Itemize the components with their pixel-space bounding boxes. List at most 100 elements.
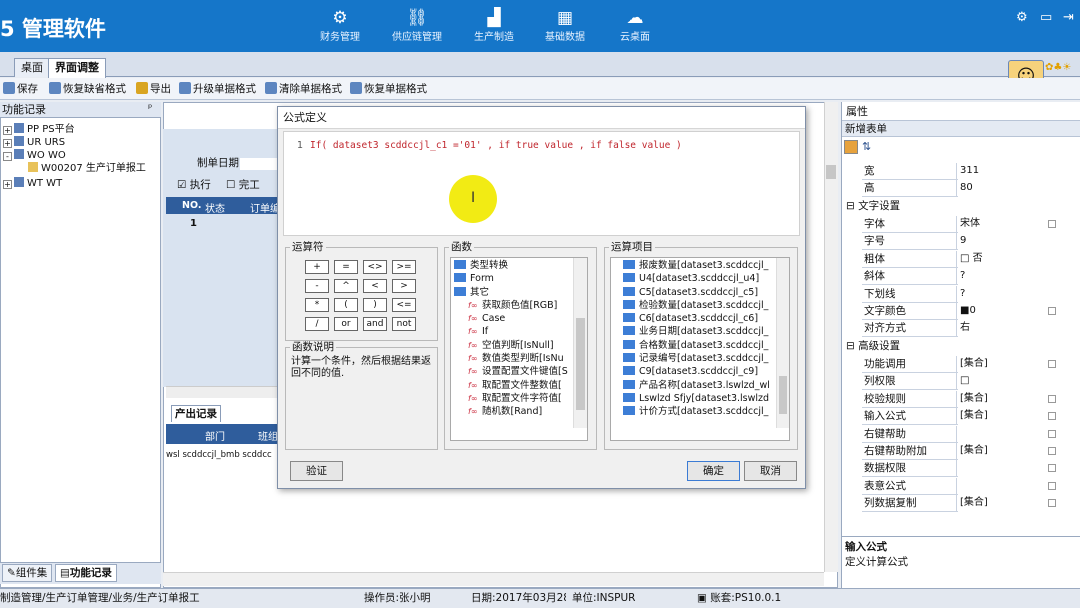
v-scroll-thumb[interactable] [826, 165, 836, 179]
item-entry[interactable]: 产品名称[dataset3.lswlzd_wl [623, 379, 789, 392]
item-entry[interactable]: 计价方式[dataset3.scddccjl_ [623, 405, 789, 418]
ellipsis-icon[interactable] [1048, 307, 1056, 315]
ellipsis-icon[interactable] [1048, 220, 1056, 228]
prop-row[interactable]: 对齐方式右 [862, 320, 1058, 338]
clear-format-button[interactable]: 清除单据格式 [265, 82, 342, 98]
nav-finance[interactable]: ⚙ 财务管理 [309, 8, 371, 48]
prop-value[interactable]: [集合] [958, 495, 1058, 513]
prop-value[interactable] [958, 460, 1058, 478]
grid-col-order[interactable]: 订单编 [250, 200, 280, 215]
function-item[interactable]: f∞ 取配置文件字符值[ [454, 392, 587, 405]
ellipsis-icon[interactable] [1048, 429, 1056, 438]
done-checkbox[interactable]: ☐ 完工 [226, 177, 260, 192]
prop-row[interactable]: 下划线? [862, 285, 1058, 303]
tree-node-ur[interactable]: + UR URS [3, 136, 65, 149]
prop-value[interactable]: [集合] [958, 356, 1058, 373]
tree-node-pp[interactable]: + PP PS平台 [3, 123, 75, 136]
operator-button[interactable]: and [363, 317, 387, 331]
prop-value[interactable]: [集合] [958, 408, 1058, 426]
tree-node-wo[interactable]: - WO WO [3, 149, 66, 162]
scroll-thumb[interactable] [779, 376, 787, 414]
function-list[interactable]: 类型转换 Form 其它 f∞ 获取颜色值[RGB] f∞ Case f∞ If f∞ 空值判断[I… [450, 257, 588, 441]
prop-row[interactable]: 字号 9 [862, 233, 1058, 251]
expand-icon[interactable]: + [3, 180, 12, 189]
ok-button[interactable]: 确定 [687, 461, 740, 481]
prop-value[interactable]: 9 [958, 233, 1058, 251]
grid-col-no[interactable]: NO. [182, 200, 201, 211]
prop-row[interactable]: 列权限 □ [862, 373, 1058, 391]
operator-button[interactable]: <= [392, 298, 416, 312]
prop-value[interactable]: □ 否 [958, 250, 1058, 268]
operator-button[interactable]: ^ [334, 279, 358, 293]
prop-value[interactable]: ? [958, 285, 1058, 303]
prop-value[interactable]: [集合] [958, 443, 1058, 460]
ellipsis-icon[interactable] [1048, 394, 1056, 403]
monitor-icon[interactable]: ▭ [1040, 10, 1052, 25]
operator-button[interactable]: > [392, 279, 416, 293]
prop-row-width[interactable]: 宽 311 [862, 163, 1058, 180]
function-item[interactable]: f∞ 空值判断[IsNull] [454, 339, 587, 352]
restore-default-button[interactable]: 恢复缺省格式 [49, 82, 126, 98]
section-advanced[interactable]: ⊟ 高级设置 [846, 338, 900, 354]
ellipsis-icon[interactable] [1048, 464, 1056, 473]
function-item[interactable]: f∞ Case [454, 312, 587, 325]
item-list[interactable]: 报废数量[dataset3.scddccjl_ U4[dataset3.scddc… [610, 257, 790, 441]
prop-value[interactable]: ? [958, 268, 1058, 286]
prop-row[interactable]: 表意公式 [862, 477, 1058, 495]
operator-button[interactable]: <> [363, 260, 387, 274]
categorized-icon[interactable] [844, 140, 858, 154]
item-entry[interactable]: 业务日期[dataset3.scddccjl_ [623, 325, 789, 338]
function-item[interactable]: f∞ 取配置文件整数值[ [454, 379, 587, 392]
logout-icon[interactable]: ⇥ [1063, 10, 1074, 25]
tree-node-w00207[interactable]: W00207 生产订单报工 [28, 162, 146, 175]
prop-value[interactable] [958, 425, 1058, 443]
sort-az-icon[interactable]: ⇅ [862, 140, 871, 153]
restore-format-button[interactable]: 恢复单据格式 [350, 82, 427, 98]
expand-icon[interactable]: + [3, 139, 12, 148]
operator-button[interactable]: < [363, 279, 387, 293]
prop-row-height[interactable]: 高 80 [862, 180, 1058, 197]
item-entry[interactable]: C9[dataset3.scddccjl_c9] [623, 365, 789, 378]
section-text-settings[interactable]: ⊟ 文字设置 [846, 198, 900, 214]
prop-row[interactable]: 输入公式 [集合] [862, 408, 1058, 426]
item-entry[interactable]: 合格数量[dataset3.scddccjl_ [623, 339, 789, 352]
export-button[interactable]: 导出 [136, 82, 171, 98]
operator-button[interactable]: + [305, 260, 329, 274]
prop-row[interactable]: 数据权限 [862, 460, 1058, 478]
item-list-scrollbar[interactable] [776, 258, 789, 428]
nav-manufacturing[interactable]: ▟ 生产制造 [463, 8, 525, 48]
item-entry[interactable]: U4[dataset3.scddccjl_u4] [623, 272, 789, 285]
tab-output-records[interactable]: 产出记录 [171, 405, 221, 422]
function-item[interactable]: Form [454, 272, 587, 285]
function-item[interactable]: f∞ If [454, 325, 587, 338]
prop-row[interactable]: 右键帮助附加 [集合] [862, 443, 1058, 460]
save-button[interactable]: 保存 [3, 82, 38, 98]
prop-value[interactable]: 右 [958, 320, 1058, 338]
prop-row[interactable]: 列数据复制 [集合] [862, 495, 1058, 513]
prop-value[interactable]: ■0 [958, 303, 1058, 320]
operator-button[interactable]: not [392, 317, 416, 331]
ellipsis-icon[interactable] [1048, 412, 1056, 421]
sub-col-team[interactable]: 班组 [258, 428, 278, 443]
item-entry[interactable]: 检验数量[dataset3.scddccjl_ [623, 299, 789, 312]
prop-row[interactable]: 字体 宋体 [862, 216, 1058, 233]
ellipsis-icon[interactable] [1048, 481, 1056, 490]
nav-basic-data[interactable]: ▦ 基础数据 [534, 8, 596, 48]
item-entry[interactable]: 报废数量[dataset3.scddccjl_ [623, 259, 789, 272]
nav-supply-chain[interactable]: ⛓ 供应链管理 [386, 8, 448, 48]
function-item[interactable]: f∞ 设置配置文件键值[S [454, 365, 587, 378]
operator-button[interactable]: ) [363, 298, 387, 312]
formula-text[interactable]: If( dataset3 scddccjl_c1 ='01' , if true… [310, 140, 682, 151]
pin-icon[interactable]: ᵖ [148, 103, 152, 114]
tab-function-records[interactable]: ▤功能记录 [55, 564, 117, 582]
prop-value[interactable]: 311 [958, 163, 1058, 180]
prop-row[interactable]: 斜体? [862, 268, 1058, 286]
grid-col-status[interactable]: 状态 [205, 200, 225, 215]
operator-button[interactable]: or [334, 317, 358, 331]
prop-value[interactable]: 80 [958, 180, 1058, 197]
prop-value[interactable] [958, 477, 1058, 495]
prop-value[interactable]: □ [958, 373, 1058, 391]
operator-button[interactable]: - [305, 279, 329, 293]
operator-button[interactable]: >= [392, 260, 416, 274]
operator-button[interactable]: = [334, 260, 358, 274]
